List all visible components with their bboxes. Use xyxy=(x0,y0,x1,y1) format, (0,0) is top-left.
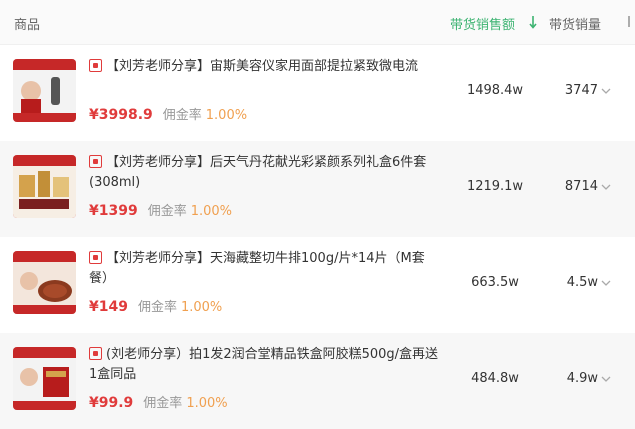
price-line: ¥99.9 佣金率 1.00% xyxy=(89,392,228,411)
column-header-sales-volume[interactable]: 带货销量 xyxy=(549,14,601,33)
store-icon xyxy=(89,59,102,72)
sales-amount: 1498.4w xyxy=(466,83,524,98)
sales-amount: 1219.1w xyxy=(466,179,524,194)
table-row[interactable]: 【刘芳老师分享】天海藏整切牛排100g/片*14片（M套餐） ¥149 佣金率 1.… xyxy=(0,237,635,333)
product-price: ¥1399 xyxy=(89,203,138,219)
product-thumbnail[interactable] xyxy=(13,347,76,410)
commission-value: 1.00% xyxy=(190,204,233,219)
commission-value: 1.00% xyxy=(186,396,228,411)
store-icon xyxy=(89,347,102,360)
chevron-down-icon[interactable] xyxy=(601,181,611,193)
product-title[interactable]: 【刘芳老师分享】天海藏整切牛排100g/片*14片（M套餐） xyxy=(89,249,441,289)
sales-amount: 484.8w xyxy=(471,371,519,386)
product-image-icon xyxy=(13,347,76,410)
sales-volume: 4.9w xyxy=(566,371,598,386)
sales-volume: 3747 xyxy=(564,83,598,98)
commission-value: 1.00% xyxy=(180,300,223,315)
price-line: ¥3998.9 佣金率 1.00% xyxy=(89,104,247,123)
product-thumbnail[interactable] xyxy=(13,251,76,314)
product-price: ¥99.9 xyxy=(89,395,134,411)
chevron-down-icon[interactable] xyxy=(601,85,611,97)
table-row[interactable]: 【刘芳老师分享】后天气丹花献光彩紧颜系列礼盒6件套(308ml) ¥1399 佣金… xyxy=(0,141,635,237)
chevron-down-icon[interactable] xyxy=(601,277,611,289)
sales-amount: 663.5w xyxy=(471,275,519,290)
table-header: 商品 带货销售额 带货销量 xyxy=(0,0,635,45)
product-title[interactable]: 【刘芳老师分享】后天气丹花献光彩紧颜系列礼盒6件套(308ml) xyxy=(89,153,441,193)
chevron-down-icon[interactable] xyxy=(601,373,611,385)
column-header-sales-amount[interactable]: 带货销售额 xyxy=(450,14,515,33)
commission-value: 1.00% xyxy=(205,108,248,123)
product-price: ¥3998.9 xyxy=(89,107,153,123)
sales-volume: 4.5w xyxy=(566,275,598,290)
product-title[interactable]: (刘老师分享）拍1发2润合堂精品铁盒阿胶糕500g/盒再送1盒同品 xyxy=(89,345,441,385)
commission-label: 佣金率 xyxy=(147,204,187,219)
column-header-product: 商品 xyxy=(14,18,41,33)
product-image-icon xyxy=(13,251,76,314)
sort-descending-icon[interactable] xyxy=(528,14,540,30)
table-row[interactable]: 【刘芳老师分享】宙斯美容仪家用面部提拉紧致微电流 ¥3998.9 佣金率 1.00%… xyxy=(0,45,635,141)
commission-label: 佣金率 xyxy=(137,300,177,315)
price-line: ¥1399 佣金率 1.00% xyxy=(89,200,232,219)
price-line: ¥149 佣金率 1.00% xyxy=(89,296,222,315)
product-image-icon xyxy=(13,155,76,218)
product-title[interactable]: 【刘芳老师分享】宙斯美容仪家用面部提拉紧致微电流 xyxy=(89,57,441,77)
sort-icon[interactable] xyxy=(624,14,634,30)
store-icon xyxy=(89,251,102,264)
product-price: ¥149 xyxy=(89,299,128,315)
table-row[interactable]: (刘老师分享）拍1发2润合堂精品铁盒阿胶糕500g/盒再送1盒同品 ¥99.9 佣… xyxy=(0,333,635,429)
product-thumbnail[interactable] xyxy=(13,155,76,218)
store-icon xyxy=(89,155,102,168)
commission-label: 佣金率 xyxy=(162,108,202,123)
commission-label: 佣金率 xyxy=(143,396,183,411)
product-thumbnail[interactable] xyxy=(13,59,76,122)
product-image-icon xyxy=(13,59,76,122)
sales-volume: 8714 xyxy=(564,179,598,194)
